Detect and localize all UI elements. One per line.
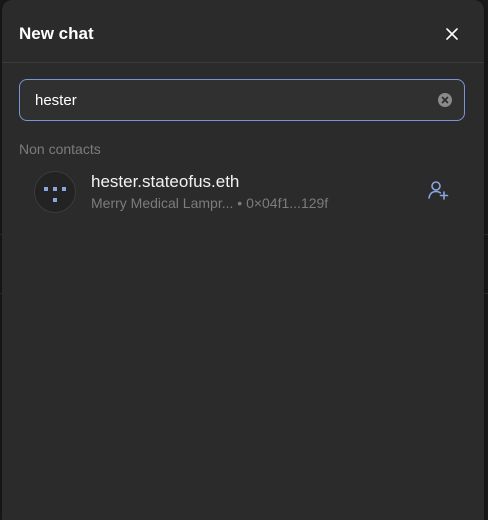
user-address: 0×04f1...129f	[246, 195, 329, 211]
user-description: Merry Medical Lampr...	[91, 195, 234, 211]
dialog-header: New chat	[2, 0, 484, 63]
clear-icon[interactable]	[438, 93, 452, 107]
new-chat-dialog: New chat Non contacts hester.stateofus.e…	[2, 0, 484, 520]
close-button[interactable]	[442, 24, 462, 44]
section-label-non-contacts: Non contacts	[19, 141, 101, 157]
add-contact-icon	[428, 181, 449, 200]
search-field[interactable]	[19, 79, 465, 121]
dialog-title: New chat	[19, 24, 94, 43]
close-icon	[446, 28, 458, 40]
add-contact-button[interactable]	[426, 178, 450, 202]
detail-separator: •	[237, 195, 243, 211]
search-input[interactable]	[35, 90, 415, 110]
identicon-avatar	[34, 171, 76, 213]
user-name: hester.stateofus.eth	[91, 172, 240, 191]
user-details: Merry Medical Lampr... • 0×04f1...129f	[91, 195, 328, 211]
user-result-row[interactable]: hester.stateofus.eth Merry Medical Lampr…	[19, 162, 467, 222]
